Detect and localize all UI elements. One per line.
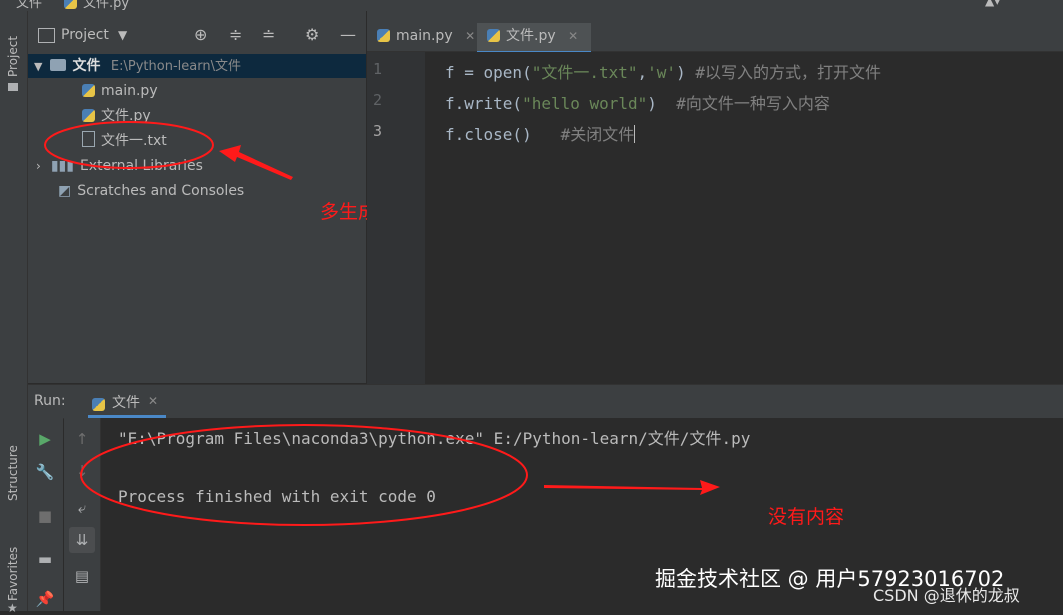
project-tool-window-button[interactable]: Project bbox=[6, 36, 20, 77]
tab-wenjian-py[interactable]: 文件.py ✕ bbox=[477, 23, 591, 54]
line-number: 1 bbox=[373, 60, 383, 78]
tree-item-main-py[interactable]: main.py bbox=[82, 79, 158, 103]
collapse-all-icon[interactable]: ≐ bbox=[262, 24, 275, 46]
pin-icon[interactable]: 📌 bbox=[32, 586, 58, 612]
scroll-to-end-icon[interactable]: ⇊ bbox=[69, 527, 95, 553]
run-panel-header: Run: 文件 ✕ bbox=[28, 384, 1063, 419]
run-tab[interactable]: 文件 ✕ bbox=[88, 385, 166, 418]
project-panel: Project ▼ ⊕ ≑ ≐ ⚙ — ▼ 文件 E:\Python-learn\… bbox=[28, 11, 366, 383]
code-line[interactable]: f.close() #关闭文件 bbox=[445, 121, 636, 145]
editor-tab-bar: main.py ✕ 文件.py ✕ bbox=[367, 11, 1063, 54]
text-cursor bbox=[634, 125, 636, 143]
user-icon[interactable]: ▲▾ bbox=[985, 0, 1000, 8]
close-icon[interactable]: ✕ bbox=[568, 29, 578, 43]
tree-row-root[interactable]: ▼ 文件 E:\Python-learn\文件 bbox=[34, 54, 241, 78]
tab-main-py[interactable]: main.py ✕ bbox=[377, 23, 475, 51]
annotation-arrow-new-file bbox=[219, 145, 293, 180]
run-label: Run: bbox=[34, 393, 66, 409]
scratches-icon: ◩ bbox=[58, 183, 72, 199]
left-tool-stripe: Project Structure Favorites ★ bbox=[0, 11, 28, 615]
rerun-icon[interactable]: ▶ bbox=[32, 426, 58, 452]
breadcrumb-item[interactable]: 文件 bbox=[16, 0, 42, 11]
gear-icon[interactable]: ⚙ bbox=[305, 24, 319, 46]
close-icon[interactable]: ✕ bbox=[148, 394, 158, 408]
project-panel-header: Project ▼ ⊕ ≑ ≐ ⚙ — bbox=[28, 24, 366, 48]
breadcrumb-strip: 文件 文件.py ▲▾ bbox=[0, 0, 1063, 11]
python-file-icon bbox=[92, 398, 105, 411]
annotation-arrow-console bbox=[544, 480, 720, 495]
project-view-selector[interactable]: Project bbox=[61, 24, 109, 46]
line-number: 3 bbox=[373, 122, 383, 140]
annotation-ellipse-console bbox=[80, 424, 528, 526]
print-icon[interactable]: ▤ bbox=[69, 563, 95, 589]
chevron-down-icon[interactable]: ▼ bbox=[34, 60, 42, 73]
python-file-icon bbox=[82, 84, 95, 97]
code-line[interactable]: f = open("文件一.txt",'w') #以写入的方式，打开文件 bbox=[445, 59, 881, 83]
favorites-tool-window-button[interactable]: Favorites bbox=[6, 547, 20, 601]
expand-all-icon[interactable]: ≑ bbox=[229, 24, 242, 46]
annotation-no-content-note: 没有内容 bbox=[768, 506, 845, 528]
csdn-watermark: CSDN @退休的龙叔 bbox=[873, 586, 1020, 605]
wrench-icon[interactable]: 🔧 bbox=[32, 459, 58, 485]
line-number: 2 bbox=[373, 91, 383, 109]
chevron-down-icon[interactable]: ▼ bbox=[118, 24, 127, 46]
breadcrumb-item[interactable]: 文件.py bbox=[64, 0, 129, 11]
folder-icon bbox=[50, 59, 67, 71]
layout-icon[interactable]: ▬ bbox=[32, 546, 58, 572]
python-file-icon bbox=[487, 29, 500, 42]
folder-icon bbox=[8, 83, 18, 91]
run-toolbar-primary: ▶ 🔧 ■ ▬ 📌 bbox=[28, 418, 63, 611]
python-file-icon bbox=[64, 0, 77, 9]
hide-icon[interactable]: — bbox=[340, 24, 356, 46]
close-icon[interactable]: ✕ bbox=[465, 29, 475, 43]
code-line[interactable]: f.write("hello world") #向文件一种写入内容 bbox=[445, 90, 830, 114]
project-view-icon bbox=[38, 28, 55, 43]
stop-icon[interactable]: ■ bbox=[32, 503, 58, 529]
annotation-ellipse-new-file bbox=[44, 121, 214, 169]
python-file-icon bbox=[377, 29, 390, 42]
star-icon: ★ bbox=[7, 601, 18, 615]
chevron-right-icon[interactable]: › bbox=[36, 159, 41, 173]
code-editor[interactable]: f = open("文件一.txt",'w') #以写入的方式，打开文件 f.w… bbox=[425, 52, 1063, 384]
locate-icon[interactable]: ⊕ bbox=[194, 24, 207, 46]
structure-tool-window-button[interactable]: Structure bbox=[6, 445, 20, 501]
editor-gutter: 1 2 3 bbox=[367, 52, 425, 384]
